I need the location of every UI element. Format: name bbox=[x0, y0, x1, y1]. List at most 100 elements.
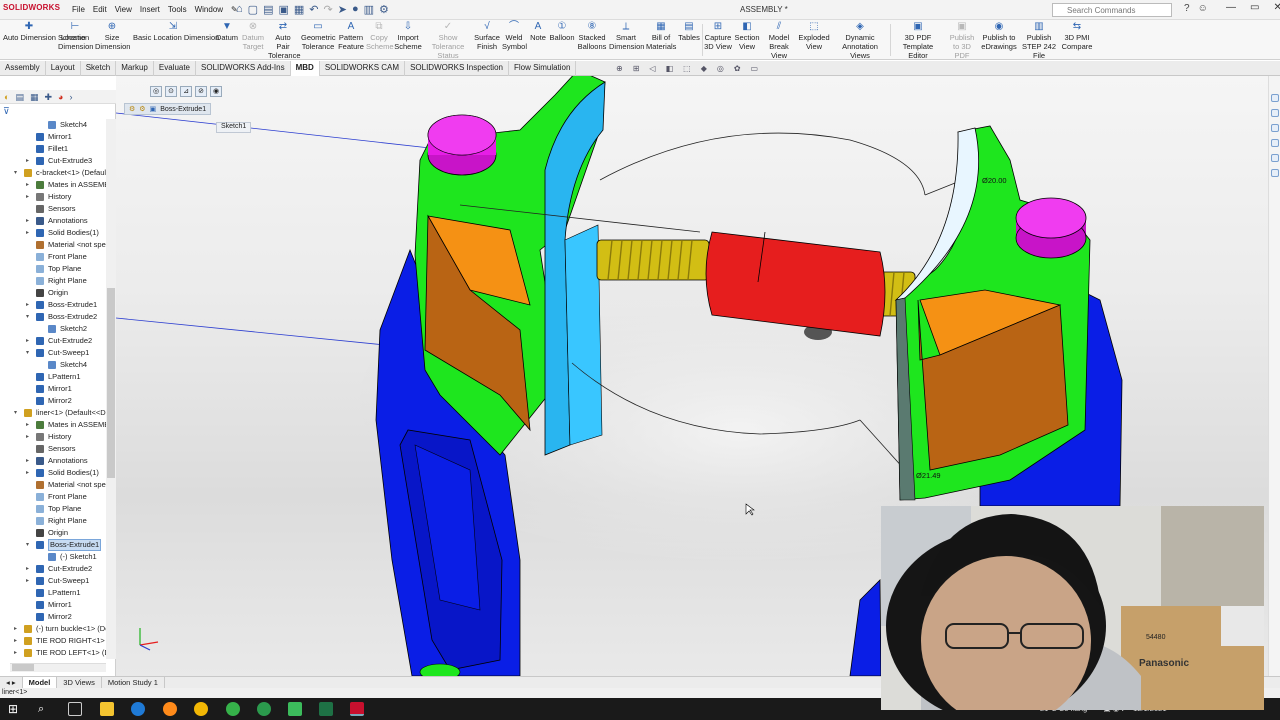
context-icon[interactable]: ◉ bbox=[210, 86, 222, 97]
search-icon[interactable]: ⌕ bbox=[38, 702, 52, 716]
basic-location-dimension-button[interactable]: ⇲ Basic Location Dimension bbox=[133, 21, 219, 42]
appearances-icon[interactable] bbox=[1271, 154, 1279, 162]
tree-item[interactable]: Right Plane bbox=[0, 515, 106, 527]
expand-arrow-icon[interactable]: ▸ bbox=[26, 155, 29, 167]
pattern-feature-button[interactable]: A Pattern Feature bbox=[338, 21, 364, 51]
display-manager-icon[interactable]: ◕ bbox=[58, 92, 63, 102]
tree-item[interactable]: ▾ Cut-Sweep1 bbox=[0, 347, 106, 359]
tab-solidworks-inspection[interactable]: SOLIDWORKS Inspection bbox=[405, 61, 509, 76]
tab-model[interactable]: Model bbox=[22, 677, 58, 688]
publish-3d-pdf-button[interactable]: ▣ Publish to 3D PDF bbox=[946, 21, 978, 60]
expand-arrow-icon[interactable]: ▸ bbox=[26, 563, 29, 575]
expand-arrow-icon[interactable]: ▸ bbox=[26, 467, 29, 479]
expand-arrow-icon[interactable]: ▾ bbox=[26, 539, 29, 551]
expand-arrow-icon[interactable]: ▸ bbox=[26, 455, 29, 467]
search-commands-input[interactable]: Search Commands bbox=[1052, 3, 1172, 17]
tab-3d-views[interactable]: 3D Views bbox=[57, 677, 102, 688]
tree-item[interactable]: ▸ Cut-Extrude2 bbox=[0, 563, 106, 575]
tree-item[interactable]: Sensors bbox=[0, 443, 106, 455]
filter-icon[interactable]: ⊽ bbox=[3, 106, 10, 116]
datum-target-button[interactable]: ⊗ Datum Target bbox=[241, 21, 265, 51]
3d-pmi-compare-button[interactable]: ⇆ 3D PMI Compare bbox=[1061, 21, 1093, 51]
tables-button[interactable]: ▤ Tables bbox=[678, 21, 700, 42]
tree-item[interactable]: ▸ Annotations bbox=[0, 455, 106, 467]
print-icon[interactable]: ▦ bbox=[294, 3, 304, 16]
smart-dimension-button[interactable]: ⟂ Smart Dimension bbox=[609, 21, 644, 51]
close-icon[interactable]: ✕ bbox=[1273, 2, 1280, 13]
nav-arrows-icon[interactable]: ◂ ▸ bbox=[0, 677, 23, 688]
expand-arrow-icon[interactable]: ▸ bbox=[26, 179, 29, 191]
context-icon[interactable]: ⊿ bbox=[180, 86, 192, 97]
dimension-label-bottom[interactable]: Ø21.49 bbox=[916, 471, 941, 480]
view-palette-icon[interactable] bbox=[1271, 139, 1279, 147]
expand-arrow-icon[interactable]: ▸ bbox=[26, 575, 29, 587]
select-arrow-icon[interactable]: ➤ bbox=[338, 3, 347, 16]
context-icon[interactable]: ⊘ bbox=[195, 86, 207, 97]
menu-insert[interactable]: Insert bbox=[140, 5, 160, 14]
expand-arrow-icon[interactable]: ▸ bbox=[26, 215, 29, 227]
tree-item[interactable]: ▸ TIE ROD RIGHT<1> (De bbox=[0, 635, 106, 647]
tree-item[interactable]: ▸ Cut-Sweep1 bbox=[0, 575, 106, 587]
view-orientation-icon[interactable]: ⬚ bbox=[683, 64, 691, 73]
rebuild-icon[interactable]: ● bbox=[352, 3, 359, 16]
capture-3d-view-button[interactable]: ⊞ Capture 3D View bbox=[704, 21, 732, 51]
menu-tools[interactable]: Tools bbox=[168, 5, 187, 14]
tree-item[interactable]: ▸ History bbox=[0, 431, 106, 443]
tree-item[interactable]: Top Plane bbox=[0, 503, 106, 515]
tree-item[interactable]: Top Plane bbox=[0, 263, 106, 275]
scene-icon[interactable]: ▭ bbox=[751, 64, 759, 73]
expand-arrow-icon[interactable]: ▸ bbox=[26, 227, 29, 239]
tree-item[interactable]: Mirror1 bbox=[0, 131, 106, 143]
location-dimension-button[interactable]: ⊢ Location Dimension bbox=[58, 21, 93, 51]
display-style-icon[interactable]: ◆ bbox=[701, 64, 707, 73]
firefox-icon[interactable] bbox=[163, 702, 177, 716]
menu-view[interactable]: View bbox=[115, 5, 132, 14]
bill-of-materials-button[interactable]: ▦ Bill of Materials bbox=[646, 21, 676, 51]
zoom-fit-icon[interactable]: ⊕ bbox=[616, 64, 623, 73]
tree-item[interactable]: LPattern1 bbox=[0, 587, 106, 599]
tree-item[interactable]: Sketch4 bbox=[0, 359, 106, 371]
tree-filter[interactable]: ⊽ bbox=[0, 105, 116, 118]
3d-pdf-template-editor-button[interactable]: ▣ 3D PDF Template Editor bbox=[893, 21, 943, 60]
breadcrumb-sketch[interactable]: Sketch1 bbox=[216, 122, 252, 133]
tree-item[interactable]: ▸ Mates in ASSEMBLY bbox=[0, 179, 106, 191]
tab-solidworks-cam[interactable]: SOLIDWORKS CAM bbox=[320, 61, 406, 76]
part-breadcrumb-icon[interactable]: ⚙ bbox=[139, 105, 145, 113]
expand-arrow-icon[interactable]: ▾ bbox=[14, 167, 17, 179]
tree-item[interactable]: LPattern1 bbox=[0, 371, 106, 383]
expand-arrow-icon[interactable]: ▸ bbox=[26, 191, 29, 203]
tree-item[interactable]: ▸ Cut-Extrude2 bbox=[0, 335, 106, 347]
app-green-icon[interactable] bbox=[226, 702, 240, 716]
model-break-view-button[interactable]: ⫽ Model Break View bbox=[762, 21, 796, 60]
expand-arrow-icon[interactable]: ▸ bbox=[14, 623, 17, 635]
note-button[interactable]: A Note bbox=[529, 21, 547, 42]
dimension-label-top[interactable]: Ø20.00 bbox=[982, 176, 1007, 185]
tab-evaluate[interactable]: Evaluate bbox=[154, 61, 197, 76]
expand-arrow-icon[interactable]: ▸ bbox=[26, 299, 29, 311]
feature-manager-icon[interactable]: ◐ bbox=[4, 92, 9, 102]
tab-layout[interactable]: Layout bbox=[46, 61, 81, 76]
copy-scheme-button[interactable]: ⧉ Copy Scheme bbox=[366, 21, 394, 51]
tree-item[interactable]: ▸ History bbox=[0, 191, 106, 203]
tree-item[interactable]: (-) Sketch1 bbox=[0, 551, 106, 563]
tree-item[interactable]: ▸ (-) turn buckle<1> (Defa bbox=[0, 623, 106, 635]
excel-icon[interactable] bbox=[319, 702, 333, 716]
tree-item[interactable]: ▸ Annotations bbox=[0, 215, 106, 227]
tree-item[interactable]: ▸ Solid Bodies(1) bbox=[0, 467, 106, 479]
task-view-icon[interactable] bbox=[68, 702, 82, 716]
undo-icon[interactable]: ↶ bbox=[309, 3, 318, 16]
tree-item[interactable]: Right Plane bbox=[0, 275, 106, 287]
hide-show-icon[interactable]: ◎ bbox=[717, 64, 724, 73]
tree-item[interactable]: ▾ Boss-Extrude2 bbox=[0, 311, 106, 323]
tab-markup[interactable]: Markup bbox=[116, 61, 154, 76]
tree-item[interactable]: ▸ TIE ROD LEFT<1> (Defa bbox=[0, 647, 106, 659]
tree-item[interactable]: Sensors bbox=[0, 203, 106, 215]
context-icon[interactable]: ⊙ bbox=[165, 86, 177, 97]
tree-item[interactable]: Mirror2 bbox=[0, 611, 106, 623]
expand-arrow-icon[interactable]: ▾ bbox=[26, 347, 29, 359]
exploded-view-button[interactable]: ⬚ Exploded View bbox=[798, 21, 830, 51]
section-view-button[interactable]: ◧ Section View bbox=[734, 21, 760, 51]
file-explorer-icon[interactable] bbox=[100, 702, 114, 716]
help-icon[interactable]: ? bbox=[1184, 3, 1190, 14]
context-icon[interactable]: ◎ bbox=[150, 86, 162, 97]
